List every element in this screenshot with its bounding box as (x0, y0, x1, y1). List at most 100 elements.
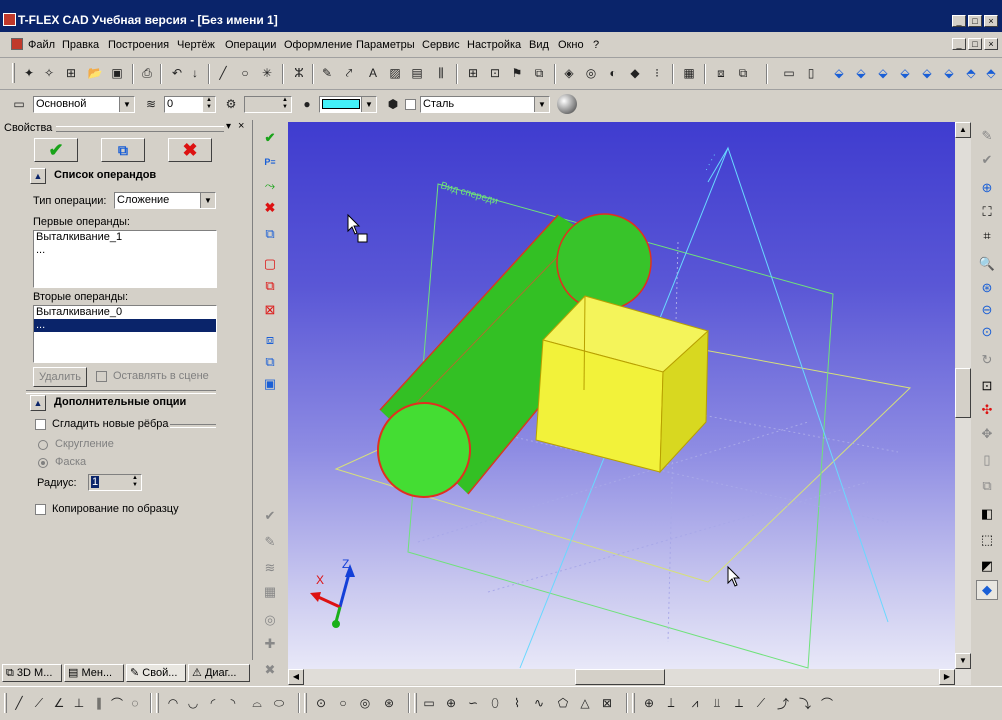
node-intersect-icon[interactable]: ⟘ (662, 694, 680, 712)
vertical-scrollbar[interactable]: ▲ ▼ (955, 122, 971, 669)
redo-icon[interactable]: ↓ (186, 64, 204, 82)
3d-scene[interactable]: Вид спереди · · · · Z X (288, 122, 955, 669)
arc-icon[interactable]: ◠ (164, 694, 182, 712)
op-type-combo[interactable]: Сложение ▼ (114, 192, 216, 209)
first-operands-list[interactable]: Выталкивание_1 ... (33, 230, 217, 288)
pan-view-icon[interactable]: ⊡ (976, 376, 998, 396)
maximize-button[interactable]: □ (968, 15, 982, 27)
node-angle-icon[interactable]: ⩘ (686, 694, 704, 712)
node-curve-icon[interactable]: ⤴ (774, 694, 792, 712)
menu-file[interactable]: Файл (28, 39, 55, 51)
view-left-icon[interactable]: ⬙ (874, 64, 892, 82)
ok-button[interactable]: ✔ (34, 138, 78, 162)
subtract-op-icon[interactable]: ⧉ (260, 352, 280, 372)
tab-menu[interactable]: ▤ Мен... (64, 664, 124, 682)
menu-window[interactable]: Окно (558, 39, 584, 51)
menu-operations[interactable]: Операции (225, 39, 276, 51)
node-circle-arc-icon[interactable]: ⌒ (818, 694, 836, 712)
menu-service[interactable]: Сервис (422, 39, 460, 51)
pan-icon[interactable]: ✣ (976, 400, 998, 420)
hidden-lines-icon[interactable]: ◩ (976, 556, 998, 576)
list-item-selected[interactable]: ... (34, 319, 216, 332)
view-top-icon[interactable]: ⬙ (918, 64, 936, 82)
scroll-thumb[interactable] (955, 368, 971, 418)
keep-in-scene-checkbox[interactable] (96, 371, 107, 382)
open-folder-icon[interactable]: 📂 (86, 64, 104, 82)
select-icon[interactable]: ⤳ (260, 176, 280, 196)
polyline-icon[interactable]: ⟋ (30, 694, 48, 712)
scroll-thumb[interactable] (575, 669, 665, 685)
material-preview-icon[interactable] (557, 94, 577, 114)
ellipse-curve-icon[interactable]: ⬯ (486, 694, 504, 712)
scroll-right-icon[interactable]: ▶ (939, 669, 955, 685)
shaded-icon[interactable]: ◆ (976, 580, 998, 600)
node-line-icon[interactable]: ⟋ (752, 694, 770, 712)
parameters-icon[interactable]: P≡ (260, 152, 280, 172)
pin-icon[interactable]: ▾ (226, 121, 231, 132)
zoom-previous-icon[interactable]: ⊖ (976, 300, 998, 320)
menu-parameters[interactable]: Параметры (356, 39, 415, 51)
scroll-up-icon[interactable]: ▲ (955, 122, 971, 138)
spline-icon[interactable]: ⌇ (508, 694, 526, 712)
node-icon[interactable]: ⊕ (640, 694, 658, 712)
add-op-icon[interactable]: ⧈ (260, 330, 280, 350)
menu-edit[interactable]: Правка (62, 39, 99, 51)
print-icon[interactable]: ⎙ (138, 64, 156, 82)
node-offset-icon[interactable]: ⫫ (708, 694, 726, 712)
zoom-fit-icon[interactable]: ⌗ (976, 226, 998, 246)
rounding-radio[interactable] (38, 440, 48, 450)
second-operand-icon[interactable]: ⧉ (260, 276, 280, 296)
smooth-edges-checkbox[interactable] (35, 419, 46, 430)
view-iso-icon[interactable]: ⬘ (962, 64, 980, 82)
material-combo[interactable]: Сталь ▼ (420, 96, 550, 113)
view-front-icon[interactable]: ⬙ (830, 64, 848, 82)
circle-tangent-icon[interactable]: ◎ (356, 694, 374, 712)
render-icon[interactable]: ◆ (626, 64, 644, 82)
collapse-extra-button[interactable]: ▲ (30, 395, 46, 411)
zoom-all-icon[interactable]: ⊛ (976, 278, 998, 298)
line-icon[interactable]: ╱ (214, 64, 232, 82)
curve-icon[interactable]: ∽ (464, 694, 482, 712)
radius-field[interactable]: 1 ▲ ▼ (88, 474, 142, 491)
orbit-icon[interactable]: ✥ (976, 424, 998, 444)
tab-3d-model[interactable]: ⧉ 3D М... (2, 664, 62, 682)
scroll-down-icon[interactable]: ▼ (955, 653, 971, 669)
pages-icon[interactable]: ⧉ (976, 476, 998, 496)
copy-pattern-checkbox[interactable] (35, 504, 46, 515)
panel-close-icon[interactable]: × (238, 120, 244, 132)
layer-combo[interactable]: Основной ▼ (33, 96, 135, 113)
view-iso2-icon[interactable]: ⬘ (982, 64, 1000, 82)
app-icon[interactable] (3, 13, 16, 26)
node-arc-icon[interactable]: ⤵ (796, 694, 814, 712)
menu-view[interactable]: Вид (529, 39, 549, 51)
solid-icon[interactable]: ◧ (976, 504, 998, 524)
level-field[interactable]: 0 ▲ ▼ (164, 96, 216, 113)
tab-properties[interactable]: ✎ Свой... (126, 664, 186, 682)
circle-center-icon[interactable]: ⊙ (312, 694, 330, 712)
list-item[interactable]: Выталкивание_1 (34, 231, 216, 244)
horizontal-scrollbar[interactable]: ◀ ▶ (288, 669, 971, 685)
leader-icon[interactable]: ⤤ (340, 64, 358, 82)
layers-icon[interactable]: ⚑ (508, 64, 526, 82)
wireframe-icon[interactable]: ⬚ (976, 530, 998, 550)
rotate-icon[interactable]: ↻ (976, 350, 998, 370)
shading-icon[interactable]: ◈ (560, 64, 578, 82)
pen-icon[interactable]: ✎ (976, 126, 998, 146)
view-right-icon[interactable]: ⬙ (896, 64, 914, 82)
check-edit-icon[interactable]: ✔ (976, 150, 998, 170)
snap-icon[interactable]: ⊡ (486, 64, 504, 82)
view-page-icon[interactable]: ▯ (802, 64, 820, 82)
first-operand-icon[interactable]: ▢ (260, 254, 280, 274)
calculator-icon[interactable]: ▦ (680, 64, 698, 82)
sketch-icon[interactable]: ≋ (260, 558, 280, 578)
menu-settings[interactable]: Настройка (467, 39, 521, 51)
list-item[interactable]: ... (34, 244, 216, 257)
check-icon[interactable]: ✔ (260, 506, 280, 526)
fillet-icon[interactable]: ⌓ (248, 694, 266, 712)
parallel-icon[interactable]: ∥ (90, 694, 108, 712)
priority-spinner[interactable]: ▲ ▼ (279, 97, 291, 112)
triangle-icon[interactable]: △ (576, 694, 594, 712)
circle-3pt-icon[interactable]: ⊛ (380, 694, 398, 712)
menu-format[interactable]: Оформление (284, 39, 352, 51)
view-back-icon[interactable]: ⬙ (852, 64, 870, 82)
